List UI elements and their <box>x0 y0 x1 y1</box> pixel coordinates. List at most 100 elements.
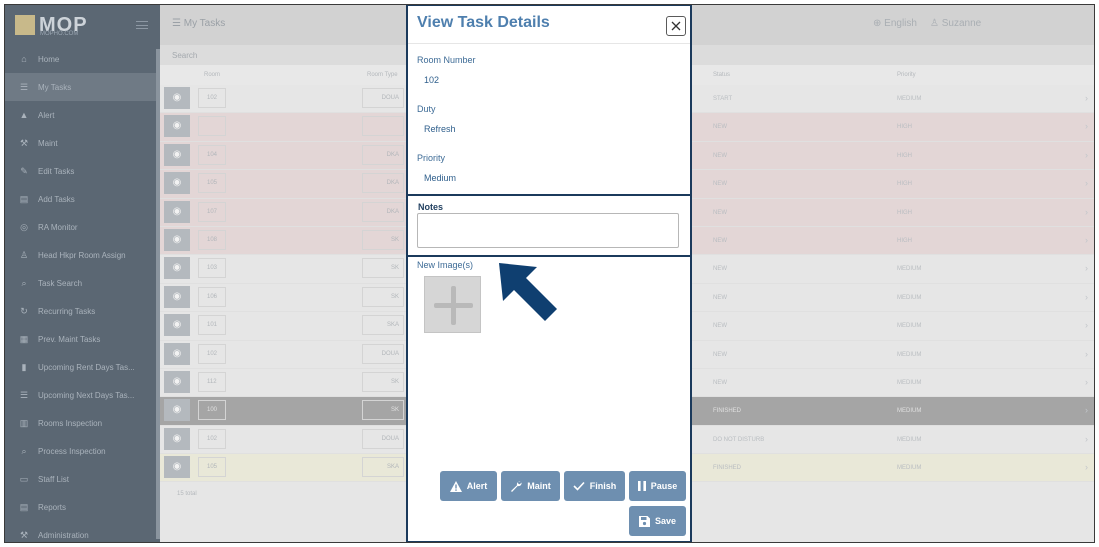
sidebar-item[interactable]: ☰ My Tasks <box>5 73 160 101</box>
room-type-cell <box>362 116 404 137</box>
chevron-right-icon[interactable]: › <box>1085 150 1088 160</box>
view-eye-icon[interactable]: ◉ <box>164 285 190 308</box>
sidebar-item[interactable]: ▥ Rooms Inspection <box>5 409 160 437</box>
chevron-right-icon[interactable]: › <box>1085 235 1088 245</box>
priority-cell: HIGH <box>897 181 912 188</box>
save-button[interactable]: Save <box>629 506 686 536</box>
status-cell: NEW <box>713 266 727 273</box>
view-eye-icon[interactable]: ◉ <box>164 115 190 138</box>
room-cell: 112 <box>198 371 226 392</box>
sidebar-item-label: Upcoming Next Days Tas... <box>38 390 135 400</box>
pointer-arrow-icon <box>499 263 557 321</box>
sidebar-item[interactable]: ⌕ Task Search <box>5 269 160 297</box>
user-menu[interactable]: ♙ Suzanne <box>930 18 981 29</box>
priority-label: Priority <box>417 153 446 163</box>
view-eye-icon[interactable]: ◉ <box>164 228 190 251</box>
priority-cell: MEDIUM <box>897 96 922 102</box>
room-type-cell: DOUA <box>362 343 404 364</box>
chevron-right-icon[interactable]: › <box>1085 121 1088 131</box>
view-eye-icon[interactable]: ◉ <box>164 456 190 479</box>
chevron-right-icon[interactable]: › <box>1085 349 1088 359</box>
sidebar-item[interactable]: ▤ Reports <box>5 493 160 521</box>
room-cell: 102 <box>198 88 226 108</box>
sidebar-item[interactable]: ▤ Add Tasks <box>5 185 160 213</box>
maint-button[interactable]: Maint <box>501 471 560 501</box>
room-cell: 107 <box>198 201 226 222</box>
sidebar-item[interactable]: ▮ Upcoming Rent Days Tas... <box>5 353 160 381</box>
view-eye-icon[interactable]: ◉ <box>164 427 190 450</box>
sidebar-item[interactable]: ▲ Alert <box>5 101 160 129</box>
view-eye-icon[interactable]: ◉ <box>164 200 190 223</box>
view-eye-icon[interactable]: ◉ <box>164 143 190 166</box>
finish-button[interactable]: Finish <box>564 471 625 501</box>
sidebar-item[interactable]: ▦ Prev. Maint Tasks <box>5 325 160 353</box>
notes-section: Notes <box>406 194 692 257</box>
sidebar-item[interactable]: ✎ Edit Tasks <box>5 157 160 185</box>
close-icon <box>671 21 681 31</box>
room-cell: 105 <box>198 457 226 478</box>
close-button[interactable] <box>666 16 686 36</box>
view-eye-icon[interactable]: ◉ <box>164 342 190 365</box>
status-cell: NEW <box>713 323 727 330</box>
room-type-cell: SK <box>362 229 404 250</box>
chevron-right-icon[interactable]: › <box>1085 292 1088 302</box>
chevron-right-icon[interactable]: › <box>1085 178 1088 188</box>
binoculars-icon: ◎ <box>20 221 28 232</box>
logo-subtitle: MOPHO.COM <box>40 31 79 37</box>
priority-cell: MEDIUM <box>897 294 922 301</box>
view-eye-icon[interactable]: ◉ <box>164 87 190 109</box>
chevron-right-icon[interactable]: › <box>1085 434 1088 444</box>
view-eye-icon[interactable]: ◉ <box>164 399 190 422</box>
page-title-text: My Tasks <box>183 18 226 29</box>
room-number-value: 102 <box>424 75 440 85</box>
add-image-button[interactable] <box>424 276 481 333</box>
chevron-right-icon[interactable]: › <box>1085 93 1088 103</box>
chevron-right-icon[interactable]: › <box>1085 320 1088 330</box>
chevron-right-icon[interactable]: › <box>1085 405 1088 415</box>
room-cell: 101 <box>198 315 226 336</box>
pause-button[interactable]: Pause <box>629 471 686 501</box>
sidebar-item[interactable]: ⚒ Administration <box>5 521 160 542</box>
sidebar-item[interactable]: ⚒ Maint <box>5 129 160 157</box>
chevron-right-icon[interactable]: › <box>1085 377 1088 387</box>
save-button-label: Save <box>654 516 677 526</box>
room-type-cell: DKA <box>362 173 404 194</box>
status-cell: FINISHED <box>713 408 742 415</box>
warning-icon <box>449 480 462 492</box>
view-eye-icon[interactable]: ◉ <box>164 370 190 393</box>
view-eye-icon[interactable]: ◉ <box>164 172 190 195</box>
chevron-right-icon[interactable]: › <box>1085 462 1088 472</box>
sidebar-item[interactable]: ⌂ Home <box>5 45 160 73</box>
room-type-cell: SK <box>362 258 404 279</box>
menu-toggle-icon[interactable] <box>136 21 148 29</box>
screen: MOP MOPHO.COM ⌂ Home ☰ My Tasks ▲ Alert ⚒ Maint… <box>4 4 1095 543</box>
sidebar-item-label: RA Monitor <box>38 222 78 232</box>
priority-cell: MEDIUM <box>897 465 922 472</box>
chevron-right-icon[interactable]: › <box>1085 207 1088 217</box>
sidebar-item[interactable]: ♙ Head Hkpr Room Assign <box>5 241 160 269</box>
modal-title: View Task Details <box>417 14 550 31</box>
sidebar-item[interactable]: ☰ Upcoming Next Days Tas... <box>5 381 160 409</box>
warning-icon: ▲ <box>19 109 29 120</box>
sidebar-item[interactable]: ⌕ Process Inspection <box>5 437 160 465</box>
sidebar-item[interactable]: ↻ Recurring Tasks <box>5 297 160 325</box>
language-selector[interactable]: ⊕ English <box>873 18 917 29</box>
view-eye-icon[interactable]: ◉ <box>164 257 190 280</box>
room-type-cell: DKA <box>362 201 404 222</box>
status-cell: NEW <box>713 351 727 358</box>
sidebar-item[interactable]: ▭ Staff List <box>5 465 160 493</box>
status-cell: NEW <box>713 181 727 188</box>
language-label: English <box>884 18 917 29</box>
sidebar-item-label: Recurring Tasks <box>38 306 96 316</box>
status-cell: FINISHED <box>713 465 742 472</box>
alert-button[interactable]: Alert <box>440 471 497 501</box>
room-type-cell: DOUA <box>362 88 404 108</box>
chevron-right-icon[interactable]: › <box>1085 263 1088 273</box>
view-eye-icon[interactable]: ◉ <box>164 314 190 337</box>
notes-textarea[interactable] <box>417 213 679 248</box>
priority-cell: MEDIUM <box>897 323 922 330</box>
sidebar-item-label: Prev. Maint Tasks <box>38 334 101 344</box>
priority-cell: HIGH <box>897 209 912 216</box>
status-cell: NEW <box>713 237 727 244</box>
sidebar-item[interactable]: ◎ RA Monitor <box>5 213 160 241</box>
